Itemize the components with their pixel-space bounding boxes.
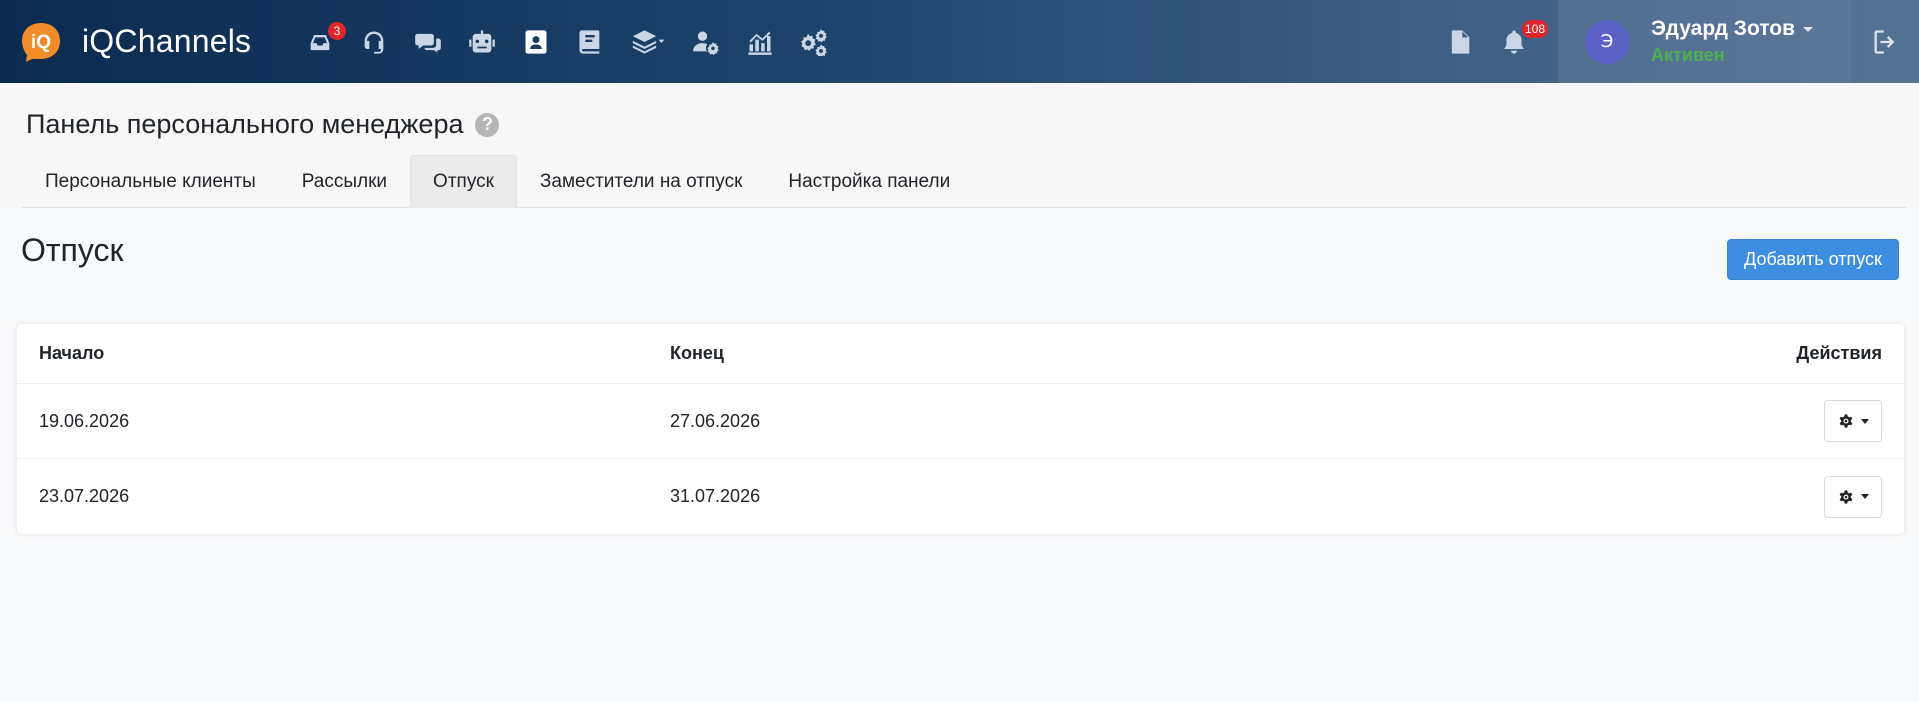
robot-icon[interactable] [462, 22, 502, 62]
user-info: Эдуард Зотов Активен [1651, 17, 1814, 66]
gear-icon [1839, 414, 1853, 428]
row-actions-button[interactable] [1824, 400, 1882, 442]
cell-start-date: 19.06.2026 [39, 410, 130, 431]
inbox-icon[interactable]: 3 [300, 21, 346, 62]
svg-text:iQ: iQ [31, 32, 51, 53]
column-header-end: Конец [670, 343, 724, 363]
page-title-text: Панель персонального менеджера [26, 109, 464, 139]
table-row: 23.07.2026 31.07.2026 [17, 459, 1904, 534]
add-vacation-button[interactable]: Добавить отпуск [1727, 239, 1899, 280]
gear-icon [1839, 489, 1853, 504]
brand[interactable]: iQ iQChannels [20, 0, 251, 83]
logout-button[interactable] [1851, 0, 1919, 83]
tab-personal-clients[interactable]: Персональные клиенты [22, 155, 279, 208]
inbox-badge: 3 [328, 21, 346, 40]
table-row: 19.06.2026 27.06.2026 [17, 384, 1904, 459]
top-navbar: iQ iQChannels 3 108 Э Эдуард Зотов Актив… [0, 0, 1919, 83]
page-header: Панель персонального менеджера ? Персона… [0, 83, 1919, 208]
page-title: Панель персонального менеджера ? [26, 109, 500, 140]
tab-vacation-deputies[interactable]: Заместители на отпуск [517, 155, 765, 208]
headset-icon[interactable] [354, 22, 394, 62]
bell-icon[interactable]: 108 [1494, 19, 1548, 62]
section-title: Отпуск [21, 232, 124, 268]
tab-panel-settings[interactable]: Настройка панели [765, 155, 973, 208]
user-settings-icon[interactable] [686, 22, 726, 62]
chevron-down-icon [1803, 26, 1814, 32]
cell-start-date: 23.07.2026 [39, 486, 130, 506]
tab-vacation[interactable]: Отпуск [410, 155, 517, 208]
user-status: Активен [1651, 45, 1725, 65]
settings-icon[interactable] [794, 22, 834, 62]
brand-logo: iQ [20, 21, 62, 63]
contacts-icon[interactable] [516, 22, 556, 62]
vacation-table: Начало Конец Действия 19.06.2026 27.06.2… [17, 324, 1904, 534]
tab-mailings[interactable]: Рассылки [279, 155, 410, 208]
utility-nav: 108 [1440, 0, 1548, 83]
user-name-text: Эдуард Зотов [1651, 17, 1796, 40]
book-icon[interactable] [570, 22, 610, 62]
user-name: Эдуард Зотов [1651, 17, 1814, 41]
notifications-badge: 108 [1521, 19, 1548, 38]
chevron-down-icon [1861, 494, 1869, 499]
chat-icon[interactable] [408, 22, 448, 62]
avatar: Э [1585, 19, 1629, 64]
help-icon[interactable]: ? [475, 112, 500, 137]
logout-icon [1874, 29, 1895, 54]
tabs: Персональные клиенты Рассылки Отпуск Зам… [22, 155, 1906, 208]
row-actions-button[interactable] [1824, 475, 1882, 518]
brand-name: iQChannels [82, 23, 252, 59]
layers-icon[interactable] [624, 22, 672, 62]
main-nav: 3 [300, 0, 848, 83]
user-menu[interactable]: Э Эдуард Зотов Активен [1558, 0, 1851, 83]
analytics-icon[interactable] [740, 22, 780, 62]
cell-end-date: 31.07.2026 [670, 486, 761, 506]
column-header-actions: Действия [1796, 343, 1882, 363]
chevron-down-icon [1861, 418, 1869, 424]
cell-end-date: 27.06.2026 [670, 410, 761, 431]
column-header-start: Начало [39, 343, 105, 363]
document-icon[interactable] [1440, 22, 1480, 62]
table-header-row: Начало Конец Действия [17, 324, 1904, 384]
